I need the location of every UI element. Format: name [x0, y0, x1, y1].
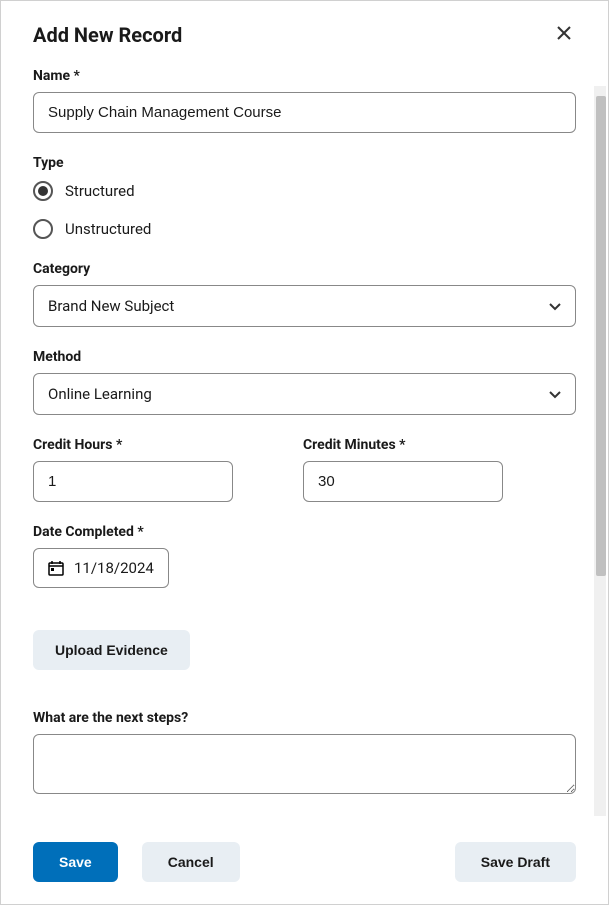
field-credit-hours: Credit Hours *: [33, 437, 233, 502]
next-steps-label: What are the next steps?: [33, 710, 576, 726]
field-category: Category Brand New Subject: [33, 261, 576, 327]
close-button[interactable]: [552, 21, 576, 48]
save-draft-button[interactable]: Save Draft: [455, 842, 576, 882]
date-value: 11/18/2024: [74, 559, 154, 577]
category-select[interactable]: Brand New Subject: [33, 285, 576, 327]
add-record-modal: Add New Record Name * Type Structured: [0, 0, 609, 905]
save-button[interactable]: Save: [33, 842, 118, 882]
radio-structured[interactable]: Structured: [33, 181, 576, 201]
radio-unstructured[interactable]: Unstructured: [33, 219, 576, 239]
credit-hours-label: Credit Hours *: [33, 437, 233, 453]
method-select-wrapper: Online Learning: [33, 373, 576, 415]
type-radio-group: Structured Unstructured: [33, 181, 576, 239]
modal-title: Add New Record: [33, 23, 182, 47]
radio-label-unstructured: Unstructured: [65, 220, 151, 238]
name-input[interactable]: [33, 92, 576, 133]
field-credit-minutes: Credit Minutes *: [303, 437, 503, 502]
calendar-icon: [48, 560, 64, 576]
close-icon: [556, 25, 572, 41]
field-name: Name *: [33, 68, 576, 133]
field-type: Type Structured Unstructured: [33, 155, 576, 239]
field-method: Method Online Learning: [33, 349, 576, 415]
field-date-completed: Date Completed * 11/18/2024: [33, 524, 576, 588]
radio-icon: [33, 181, 53, 201]
next-steps-input[interactable]: [33, 734, 576, 794]
upload-evidence-button[interactable]: Upload Evidence: [33, 630, 190, 670]
modal-footer: Save Cancel Save Draft: [1, 823, 608, 904]
radio-label-structured: Structured: [65, 182, 135, 200]
radio-icon: [33, 219, 53, 239]
field-next-steps: What are the next steps?: [33, 710, 576, 798]
category-label: Category: [33, 261, 576, 277]
cancel-button[interactable]: Cancel: [142, 842, 240, 882]
modal-header: Add New Record: [1, 1, 608, 56]
method-label: Method: [33, 349, 576, 365]
name-label: Name *: [33, 68, 576, 84]
type-label: Type: [33, 155, 576, 171]
category-select-wrapper: Brand New Subject: [33, 285, 576, 327]
spacer: [33, 670, 576, 710]
field-credit-row: Credit Hours * Credit Minutes *: [33, 437, 576, 502]
date-completed-input[interactable]: 11/18/2024: [33, 548, 169, 588]
date-completed-label: Date Completed *: [33, 524, 576, 540]
method-select[interactable]: Online Learning: [33, 373, 576, 415]
credit-minutes-label: Credit Minutes *: [303, 437, 503, 453]
modal-body: Name * Type Structured Unstructured Cate…: [1, 56, 608, 823]
credit-hours-input[interactable]: [33, 461, 233, 502]
credit-minutes-input[interactable]: [303, 461, 503, 502]
